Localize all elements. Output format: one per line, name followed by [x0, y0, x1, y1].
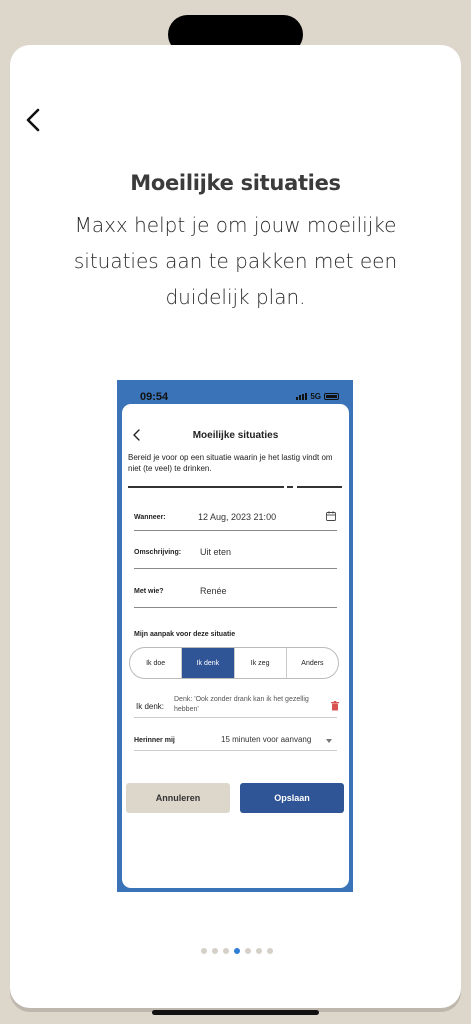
- trash-icon[interactable]: [331, 701, 339, 711]
- progress-segment: [297, 486, 342, 488]
- progress-segment: [287, 486, 293, 488]
- signal-icon: [296, 393, 308, 400]
- progress-segment: [128, 486, 284, 488]
- when-underline: [134, 530, 337, 531]
- approach-title: Mijn aanpak voor deze situatie: [134, 631, 236, 638]
- battery-icon: [324, 393, 339, 400]
- page-dot[interactable]: [256, 948, 262, 954]
- approach-option-ik-doe[interactable]: Ik doe: [130, 648, 183, 678]
- think-text[interactable]: Denk: 'Ook zonder drank kan ik het gezel…: [174, 695, 324, 715]
- page-dot[interactable]: [223, 948, 229, 954]
- page-dot-active[interactable]: [234, 948, 240, 954]
- reminder-label: Herinner mij: [134, 737, 175, 744]
- network-label: 5G: [310, 392, 321, 401]
- page-dot[interactable]: [267, 948, 273, 954]
- approach-option-ik-denk[interactable]: Ik denk: [182, 648, 235, 678]
- description-underline: [134, 568, 337, 569]
- home-indicator: [152, 1010, 319, 1015]
- reminder-select[interactable]: 15 minuten voor aanvang: [221, 735, 311, 744]
- chevron-down-icon[interactable]: [326, 739, 332, 743]
- card-title: Moeilijke situaties: [192, 430, 279, 441]
- approach-option-anders[interactable]: Anders: [287, 648, 338, 678]
- think-label: Ik denk:: [136, 702, 165, 711]
- with-whom-label: Met wie?: [134, 588, 164, 595]
- preview-card: Moeilijke situaties Bereid je voor op ee…: [122, 404, 349, 888]
- status-indicators: 5G: [296, 392, 339, 401]
- description-label: Omschrijving:: [134, 549, 182, 556]
- page-dot[interactable]: [212, 948, 218, 954]
- page-dot[interactable]: [201, 948, 207, 954]
- calendar-icon[interactable]: [326, 511, 336, 521]
- description-value[interactable]: Uit eten: [200, 547, 231, 557]
- card-description: Bereid je voor op een situatie waarin je…: [128, 453, 333, 473]
- approach-option-ik-zeg[interactable]: Ik zeg: [235, 648, 287, 678]
- reminder-underline: [134, 750, 337, 751]
- status-time: 09:54: [140, 391, 169, 403]
- page-indicator: [201, 948, 273, 954]
- page-title: Moeilijke situaties: [130, 171, 341, 195]
- cancel-button[interactable]: Annuleren: [126, 783, 230, 813]
- back-arrow-icon[interactable]: [22, 107, 46, 133]
- page-subtitle: Maxx helpt je om jouw moeilijke situatie…: [73, 213, 398, 309]
- when-label: Wanneer:: [134, 514, 166, 521]
- page-dot[interactable]: [245, 948, 251, 954]
- approach-selector: Ik doe Ik denk Ik zeg Anders: [129, 647, 339, 679]
- when-value[interactable]: 12 Aug, 2023 21:00: [198, 512, 276, 522]
- app-preview-screenshot: 09:54 5G Moeilijke situaties Bereid je v…: [117, 380, 353, 892]
- with-whom-underline: [134, 607, 337, 608]
- think-underline: [134, 717, 337, 718]
- save-button[interactable]: Opslaan: [240, 783, 344, 813]
- with-whom-value[interactable]: Renée: [200, 586, 227, 596]
